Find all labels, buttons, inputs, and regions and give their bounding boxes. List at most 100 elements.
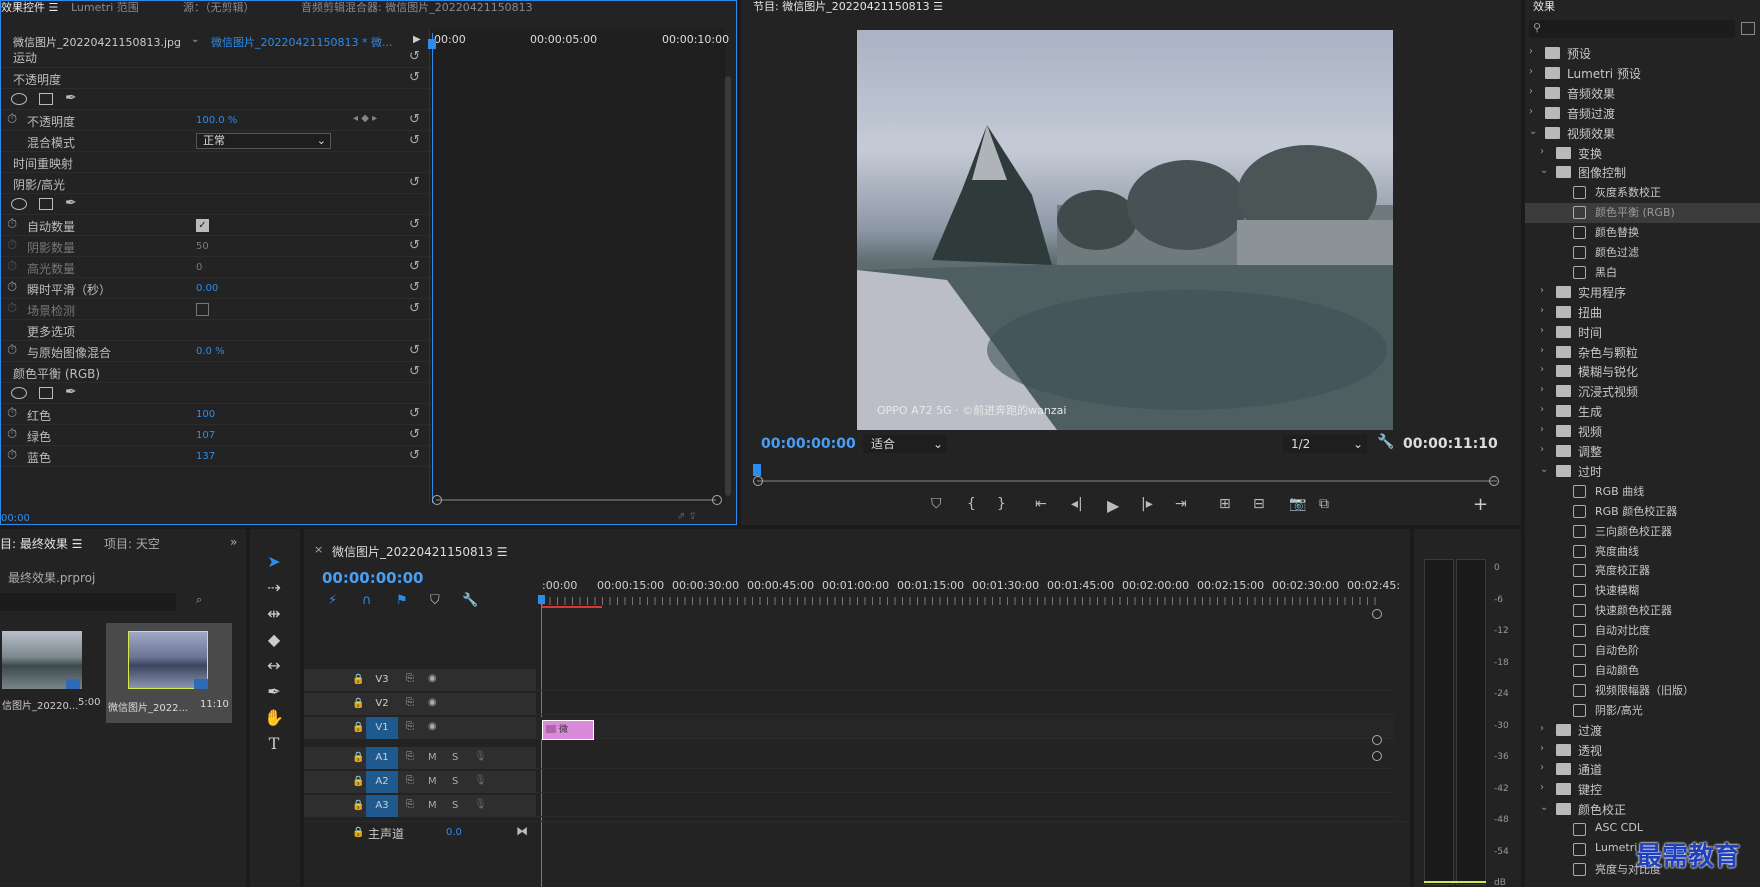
lock-icon[interactable]: 🔒 xyxy=(352,752,364,763)
stopwatch-icon[interactable]: ⏱ xyxy=(7,238,17,253)
stopwatch-icon[interactable]: ⏱ xyxy=(7,301,17,316)
effects-item[interactable]: 颜色平衡 (RGB) xyxy=(1525,203,1760,224)
add-marker-icon[interactable]: ⛉ xyxy=(931,496,942,512)
search-filter-icon[interactable]: ⌕ xyxy=(196,593,202,607)
reset-icon[interactable]: ↺ xyxy=(409,364,420,379)
lock-icon[interactable]: 🔒 xyxy=(352,698,364,709)
tab-source[interactable]: 源：（无剪辑） xyxy=(183,1,255,15)
play-arrow-icon[interactable]: ▶ xyxy=(413,34,421,45)
eye-icon[interactable]: ◉ xyxy=(428,697,437,708)
temporal-smoothing-value[interactable]: 0.00 xyxy=(196,283,218,294)
chevron-right-icon[interactable]: › xyxy=(1529,66,1533,77)
chevron-right-icon[interactable]: › xyxy=(1540,146,1544,157)
fit-select[interactable]: 适合 ⌄ xyxy=(863,435,947,453)
pen-mask-icon[interactable]: ✒ xyxy=(65,195,77,211)
resolution-select[interactable]: 1/2 ⌄ xyxy=(1283,435,1367,453)
blend-original-value[interactable]: 0.0 % xyxy=(196,346,225,357)
ec-timecode[interactable]: 00:00 xyxy=(1,513,30,524)
chevron-down-icon[interactable]: ⌄ xyxy=(1540,464,1548,475)
razor-tool-icon[interactable]: ◆ xyxy=(262,629,286,651)
chevron-right-icon[interactable]: › xyxy=(1540,782,1544,793)
shadow-amount-row[interactable]: ⏱ 阴影数量 50 ↺ xyxy=(1,236,431,257)
chevron-right-icon[interactable]: › xyxy=(1540,404,1544,415)
export-frame-icon[interactable]: ⇗ ⇪ xyxy=(677,511,697,522)
wrench-icon[interactable]: 🔧 xyxy=(462,593,478,608)
ellipse-mask-icon[interactable] xyxy=(11,93,27,105)
track-header[interactable] xyxy=(304,795,536,817)
effects-item[interactable]: › 扭曲 xyxy=(1525,303,1760,323)
effects-item[interactable]: ⌄ 颜色校正 xyxy=(1525,800,1760,820)
master-track-value[interactable]: 0.0 xyxy=(446,827,462,838)
chevron-down-icon[interactable]: ⌄ xyxy=(191,34,199,45)
track-target-toggle[interactable]: A1 xyxy=(366,747,398,769)
temporal-smoothing-row[interactable]: ⏱ 瞬时平滑（秒） 0.00 ↺ xyxy=(1,278,431,299)
track-target-toggle[interactable]: V1 xyxy=(366,717,398,739)
chevron-right-icon[interactable]: › xyxy=(1540,364,1544,375)
lock-icon[interactable]: 🔒 xyxy=(352,722,364,733)
track-header[interactable] xyxy=(304,669,536,691)
color-balance-row[interactable]: 颜色平衡 (RGB) ↺ xyxy=(1,362,431,383)
new-bin-icon[interactable] xyxy=(1741,22,1755,35)
reset-icon[interactable]: ↺ xyxy=(409,112,420,127)
timeline-title[interactable]: 微信图片_20220421150813 ☰ xyxy=(332,543,507,560)
track-select-tool-icon[interactable]: ⇢ xyxy=(262,577,286,599)
tab-project-final[interactable]: 目: 最终效果 ☰ xyxy=(0,535,82,552)
effects-item[interactable]: › 模糊与锐化 xyxy=(1525,362,1760,382)
effects-item[interactable]: › 键控 xyxy=(1525,780,1760,800)
rectangle-mask-icon[interactable] xyxy=(39,387,53,399)
effects-item[interactable]: › 沉浸式视频 xyxy=(1525,382,1760,402)
reset-icon[interactable]: ↺ xyxy=(409,49,420,64)
stopwatch-icon[interactable]: ⏱ xyxy=(7,112,17,127)
selection-tool-icon[interactable]: ➤ xyxy=(262,551,286,573)
highlight-amount-row[interactable]: ⏱ 高光数量 0 ↺ xyxy=(1,257,431,278)
track-target-toggle[interactable]: A3 xyxy=(366,795,398,817)
snap-icon[interactable]: ∩ xyxy=(362,593,372,608)
sync-lock-icon[interactable]: ⎘ xyxy=(406,721,414,732)
track-target-toggle[interactable]: V3 xyxy=(366,669,398,691)
sync-lock-icon[interactable]: ⎘ xyxy=(406,751,414,762)
rectangle-mask-icon[interactable] xyxy=(39,93,53,105)
time-remap-row[interactable]: 时间重映射 xyxy=(1,152,431,173)
ec-scroll-track[interactable] xyxy=(436,499,716,501)
effects-item[interactable]: › 生成 xyxy=(1525,402,1760,422)
timeline-scroll-handle-lower[interactable] xyxy=(1372,751,1382,761)
zoom-handle-left[interactable] xyxy=(753,476,763,486)
effects-item[interactable]: › 透视 xyxy=(1525,741,1760,761)
timeline-playhead-handle[interactable] xyxy=(538,595,545,604)
ellipse-mask-icon[interactable] xyxy=(11,387,27,399)
camera-icon[interactable]: 📷 xyxy=(1289,496,1306,512)
lock-icon[interactable]: 🔒 xyxy=(352,674,364,685)
hand-tool-icon[interactable]: ✋ xyxy=(262,707,286,729)
opacity-value[interactable]: 100.0 % xyxy=(196,115,237,126)
chevron-right-icon[interactable]: › xyxy=(1540,384,1544,395)
ellipse-mask-icon[interactable] xyxy=(11,198,27,210)
sync-lock-icon[interactable]: ⎘ xyxy=(406,673,414,684)
effects-item[interactable]: 快速模糊 xyxy=(1525,581,1760,601)
red-row[interactable]: ⏱ 红色 100 ↺ xyxy=(1,404,431,425)
blend-mode-select[interactable]: 正常 ⌄ xyxy=(196,133,331,149)
shadow-group-row[interactable]: 阴影/高光 ↺ xyxy=(1,173,431,194)
stopwatch-icon[interactable]: ⏱ xyxy=(7,427,17,442)
effects-item[interactable]: › 视频 xyxy=(1525,422,1760,442)
add-marker-icon[interactable]: ⛉ xyxy=(430,593,440,608)
project-thumbnail-1[interactable]: 信图片_20220... 5:00 xyxy=(0,627,100,723)
sync-lock-icon[interactable]: ⎘ xyxy=(406,697,414,708)
more-options-row[interactable]: 更多选项 xyxy=(1,320,431,341)
lock-icon[interactable]: 🔒 xyxy=(352,800,364,811)
chevron-right-icon[interactable]: › xyxy=(1529,106,1533,117)
effects-item[interactable]: › 杂色与颗粒 xyxy=(1525,343,1760,363)
program-playhead[interactable] xyxy=(753,464,761,476)
step-forward-icon[interactable]: |▸ xyxy=(1141,496,1153,512)
effects-item[interactable]: 颜色替换 xyxy=(1525,223,1760,243)
nest-icon[interactable]: ⚡ xyxy=(328,593,337,608)
blue-row[interactable]: ⏱ 蓝色 137 ↺ xyxy=(1,446,431,467)
mute-button[interactable]: M xyxy=(428,752,437,763)
ec-scroll-handle-right[interactable] xyxy=(712,495,722,505)
add-button-icon[interactable]: + xyxy=(1473,494,1488,515)
effects-item[interactable]: ⌄ 图像控制 xyxy=(1525,163,1760,183)
tab-effect-controls[interactable]: 效果控件 ☰ xyxy=(1,1,58,15)
sync-lock-icon[interactable]: ⎘ xyxy=(406,799,414,810)
program-timecode[interactable]: 00:00:00:00 xyxy=(761,436,856,452)
effects-item[interactable]: 自动色阶 xyxy=(1525,641,1760,661)
timeline-scroll-handle-top[interactable] xyxy=(1372,609,1382,619)
